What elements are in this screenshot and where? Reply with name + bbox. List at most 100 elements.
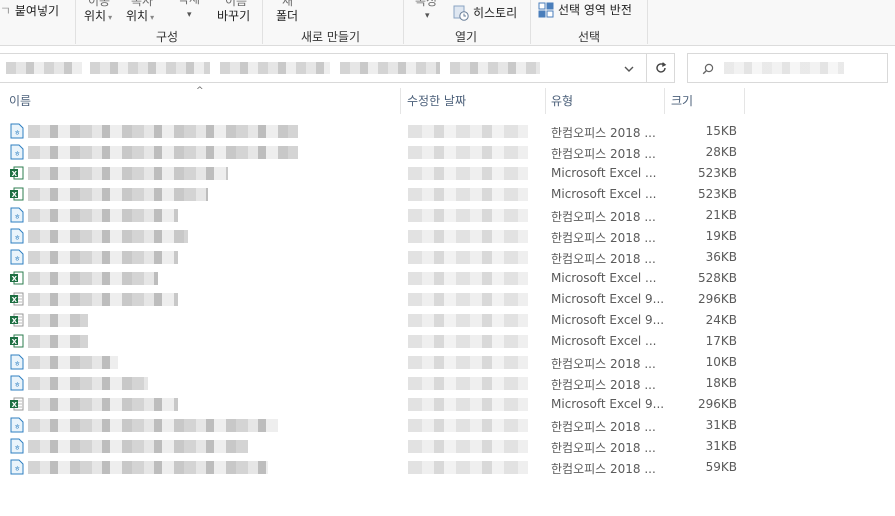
move-to-label: 위치 ▾ [84,9,113,23]
file-size: 528KB [697,271,737,285]
file-date-blurred [408,188,528,201]
file-type: 한컴오피스 2018 ... [551,147,656,161]
file-row[interactable]: ㅎ 한컴오피스 2018 ... 31KB [0,415,745,436]
hancom-doc-icon: ㅎ [10,228,24,244]
column-header-modified[interactable]: 수정한 날짜 [407,92,466,109]
file-size: 17KB [705,334,737,348]
svg-text:ㅎ: ㅎ [14,129,20,137]
file-size: 36KB [705,250,737,264]
ribbon-separator [647,0,648,44]
hancom-doc-icon: ㅎ [10,207,24,223]
excel-icon: X [10,271,24,285]
file-row[interactable]: ㅎ 한컴오피스 2018 ... 15KB [0,121,745,142]
copy-to-label-top: 복사 [131,0,154,8]
file-row[interactable]: ㅎ 한컴오피스 2018 ... 59KB [0,457,745,478]
svg-text:ㅎ: ㅎ [14,255,20,263]
file-date-blurred [408,167,528,180]
address-path-blurred [450,62,540,74]
svg-text:X: X [12,401,18,409]
file-name-blurred [28,398,178,411]
new-folder-label-top: 새 [282,0,294,8]
svg-text:X: X [12,338,18,346]
column-header-size[interactable]: 크기 [671,92,693,109]
file-name-blurred [28,461,268,474]
file-type: Microsoft Excel 9... [551,397,665,411]
file-row[interactable]: X Microsoft Excel 9... 296KB [0,289,745,310]
excel-icon: X [10,334,24,348]
chevron-down-icon: ▾ [150,13,155,22]
file-size: 296KB [697,397,737,411]
file-row[interactable]: X Microsoft Excel ... 523KB [0,163,745,184]
svg-text:X: X [12,317,18,325]
file-row[interactable]: X Microsoft Excel 9... 24KB [0,310,745,331]
column-header-name[interactable]: 이름 [9,92,31,109]
file-date-blurred [408,272,528,285]
column-divider[interactable] [664,88,665,114]
address-path-blurred [6,62,82,74]
paste-button[interactable]: ㄱ 붙여넣기 [0,4,59,18]
file-row[interactable]: ㅎ 한컴오피스 2018 ... 31KB [0,436,745,457]
invert-selection-icon [538,2,554,18]
file-type: 한컴오피스 2018 ... [551,462,656,476]
file-row[interactable]: X Microsoft Excel ... 17KB [0,331,745,352]
excel-icon: X [10,187,24,201]
chevron-down-icon: ▾ [108,13,113,22]
svg-text:X: X [12,191,18,199]
file-type: 한컴오피스 2018 ... [551,378,656,392]
file-type: Microsoft Excel ... [551,334,657,348]
chevron-down-icon[interactable] [623,64,635,74]
file-row[interactable]: ㅎ 한컴오피스 2018 ... 21KB [0,205,745,226]
file-date-blurred [408,230,528,243]
search-box[interactable] [687,53,888,83]
ribbon-separator [530,0,531,44]
file-date-blurred [408,335,528,348]
file-row[interactable]: X Microsoft Excel 9... 296KB [0,394,745,415]
file-name-blurred [28,377,148,390]
file-date-blurred [408,251,528,264]
file-date-blurred [408,314,528,327]
file-name-blurred [28,188,208,201]
svg-text:X: X [12,275,18,283]
file-name-blurred [28,356,118,369]
file-date-blurred [408,146,528,159]
refresh-button[interactable] [646,53,675,83]
file-type: Microsoft Excel ... [551,271,657,285]
file-row[interactable]: ㅎ 한컴오피스 2018 ... 28KB [0,142,745,163]
svg-text:X: X [12,170,18,178]
file-row[interactable]: ㅎ 한컴오피스 2018 ... 19KB [0,226,745,247]
hancom-doc-icon: ㅎ [10,249,24,265]
file-type: 한컴오피스 2018 ... [551,126,656,140]
svg-text:X: X [12,296,18,304]
rename-label-top: 이름 [225,0,248,8]
hancom-doc-icon: ㅎ [10,354,24,370]
column-divider[interactable] [400,88,401,114]
excel-97-icon: X [10,292,24,306]
address-bar[interactable] [0,53,647,83]
svg-text:ㅎ: ㅎ [14,150,20,158]
file-size: 10KB [705,355,737,369]
file-row[interactable]: X Microsoft Excel ... 523KB [0,184,745,205]
file-size: 24KB [705,313,737,327]
file-size: 523KB [697,187,737,201]
file-type: Microsoft Excel 9... [551,292,665,306]
file-row[interactable]: ㅎ 한컴오피스 2018 ... 36KB [0,247,745,268]
file-row[interactable]: ㅎ 한컴오피스 2018 ... 18KB [0,373,745,394]
svg-text:ㅎ: ㅎ [14,423,20,431]
file-type: 한컴오피스 2018 ... [551,210,656,224]
file-row[interactable]: X Microsoft Excel ... 528KB [0,268,745,289]
file-size: 31KB [705,439,737,453]
hancom-doc-icon: ㅎ [10,417,24,433]
file-row[interactable]: ㅎ 한컴오피스 2018 ... 10KB [0,352,745,373]
file-type: 한컴오피스 2018 ... [551,231,656,245]
file-date-blurred [408,440,528,453]
column-header-type[interactable]: 유형 [551,92,573,109]
move-to-label-top: 이동 [88,0,111,8]
file-name-blurred [28,293,178,306]
file-name-blurred [28,314,88,327]
file-size: 18KB [705,376,737,390]
address-path-blurred [340,62,440,74]
column-divider[interactable] [545,88,546,114]
history-icon [453,5,469,21]
svg-text:ㅎ: ㅎ [14,444,20,452]
column-divider[interactable] [744,88,745,114]
